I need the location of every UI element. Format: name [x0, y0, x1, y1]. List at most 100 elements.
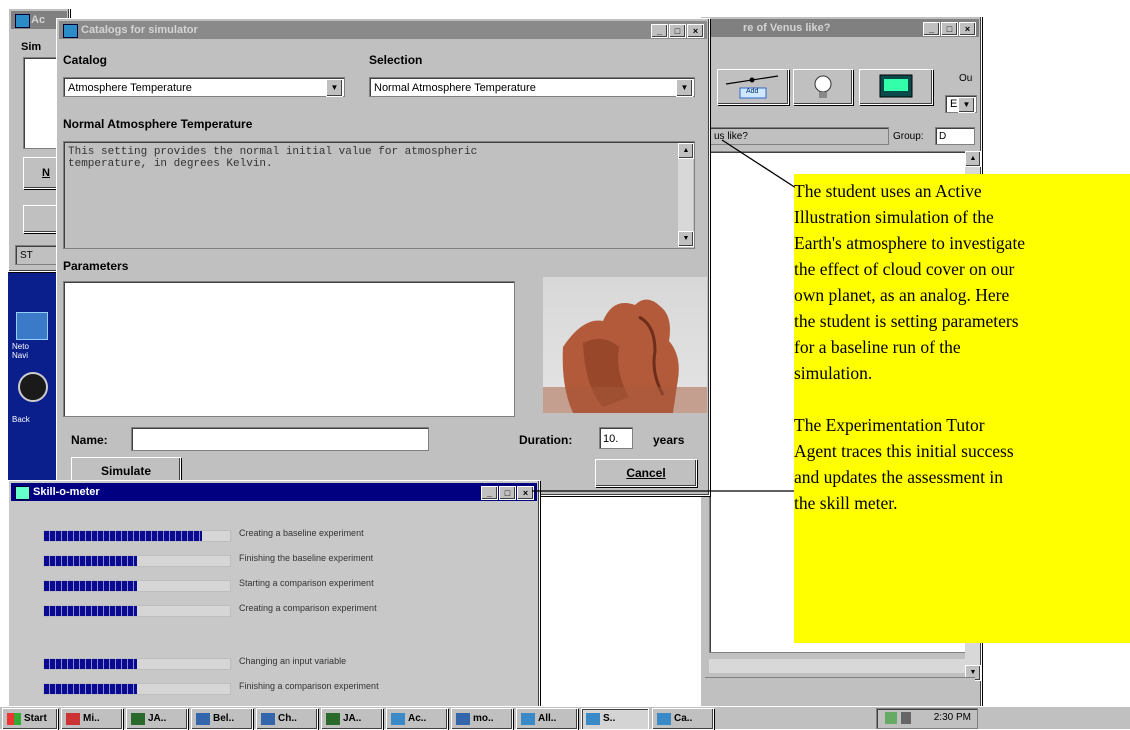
main-window-label: Sim [21, 41, 42, 53]
selection-select[interactable]: Normal Atmosphere Temperature ▼ [369, 77, 695, 97]
taskbar-button[interactable]: Ac.. [386, 708, 448, 730]
skill-progress-fill [44, 556, 137, 566]
skill-label: Creating a comparison experiment [239, 603, 377, 613]
taskbar-buttons: Start Mi.. JA.. Bel.. Ch.. JA.. Ac.. mo.. All..… [2, 708, 714, 730]
taskbar: Start Mi.. JA.. Bel.. Ch.. JA.. Ac.. mo.. All..… [0, 706, 1130, 730]
taskbar-button[interactable]: JA.. [321, 708, 383, 730]
taskbar-button[interactable]: S.. [581, 708, 649, 730]
app-icon [63, 24, 78, 38]
skill-label: Creating a baseline experiment [239, 528, 364, 538]
taskbar-button[interactable]: Ca.. [652, 708, 714, 730]
catalog-dialog-controls: _ □ × [651, 24, 704, 38]
duration-unit: years [653, 433, 685, 447]
close-icon[interactable]: × [517, 486, 534, 500]
chevron-down-icon[interactable]: ▼ [326, 79, 343, 97]
start-button[interactable]: Start [2, 708, 58, 730]
skill-meter-titlebar[interactable]: Skill-o-meter _ □ × [11, 483, 537, 501]
description-scrollbar[interactable]: ▲ ▼ [678, 143, 694, 247]
taskbar-button[interactable]: Ch.. [256, 708, 318, 730]
name-input[interactable] [131, 427, 429, 451]
network-neighborhood-icon[interactable] [16, 312, 48, 340]
tray-icon[interactable] [885, 712, 897, 724]
cancel-button[interactable]: Cancel [595, 459, 697, 487]
venus-add-button[interactable]: Add [717, 69, 789, 105]
volume-icon[interactable] [901, 712, 911, 724]
venus-side-select[interactable]: E ▼ [945, 95, 977, 113]
rock-formation-image [543, 277, 707, 413]
minimize-icon[interactable]: _ [923, 22, 940, 36]
desktop-icon-label-backup: Back [12, 415, 30, 424]
app-icon [586, 713, 600, 725]
taskbar-button[interactable]: Bel.. [191, 708, 253, 730]
maximize-icon[interactable]: □ [669, 24, 686, 38]
parameters-list[interactable] [63, 281, 515, 417]
skill-progress-bar [43, 683, 231, 695]
graph-add-icon [725, 75, 779, 99]
skill-progress-fill [44, 606, 137, 616]
annotation-callout: The student uses an Active Illustration … [794, 174, 1130, 643]
clock[interactable]: 2:30 PM [934, 712, 971, 723]
taskbar-button[interactable]: Mi.. [61, 708, 123, 730]
app-icon [66, 713, 80, 725]
annotation-paragraph-2: The Experimentation Tutor Agent traces t… [794, 415, 1014, 513]
taskbar-button[interactable]: All.. [516, 708, 578, 730]
app-icon [15, 14, 30, 28]
windows-logo-icon [7, 713, 21, 725]
scroll-down-icon[interactable]: ▼ [678, 231, 694, 247]
duration-input[interactable]: 10. [599, 427, 633, 449]
monitor-icon [879, 74, 913, 98]
maximize-icon[interactable]: □ [499, 486, 516, 500]
skill-meter-window: Skill-o-meter _ □ × Creating a baseline … [8, 480, 540, 708]
description-text: This setting provides the normal initial… [68, 146, 478, 170]
desktop-icon-label-network: Neto Navi [12, 342, 29, 360]
lightbulb-icon [814, 75, 832, 98]
venus-hint-button[interactable] [793, 69, 853, 105]
venus-status-strip [705, 677, 975, 704]
venus-monitor-button[interactable] [859, 69, 933, 105]
venus-question-field: us like? [709, 127, 889, 145]
app-icon [657, 713, 671, 725]
description-box[interactable]: This setting provides the normal initial… [63, 141, 695, 249]
description-heading: Normal Atmosphere Temperature [63, 117, 253, 131]
minimize-icon[interactable]: _ [651, 24, 668, 38]
skill-progress-bar [43, 658, 231, 670]
taskbar-button[interactable]: JA.. [126, 708, 188, 730]
app-icon [456, 713, 470, 725]
taskbar-button[interactable]: mo.. [451, 708, 513, 730]
venus-hscrollbar[interactable] [709, 659, 965, 673]
skill-meter-controls: _ □ × [481, 486, 534, 500]
system-tray: 2:30 PM [876, 708, 978, 729]
catalog-dialog-titlebar[interactable]: Catalogs for simulator _ □ × [59, 21, 707, 39]
app-icon [15, 486, 30, 500]
venus-window-titlebar[interactable]: re of Venus like? _ □ × [703, 19, 979, 37]
app-icon [326, 713, 340, 725]
scroll-up-icon[interactable]: ▲ [965, 151, 981, 167]
skill-label: Starting a comparison experiment [239, 578, 374, 588]
app-icon [131, 713, 145, 725]
chevron-down-icon[interactable]: ▼ [676, 79, 693, 97]
venus-window-controls: _ □ × [923, 22, 976, 36]
annotation-paragraph-1: The student uses an Active Illustration … [794, 181, 1026, 383]
app-icon [261, 713, 275, 725]
catalog-label: Catalog [63, 53, 108, 67]
skill-progress-bar [43, 605, 231, 617]
scroll-up-icon[interactable]: ▲ [678, 143, 694, 159]
skill-progress-fill [44, 659, 137, 669]
maximize-icon[interactable]: □ [941, 22, 958, 36]
app-icon [521, 713, 535, 725]
minimize-icon[interactable]: _ [481, 486, 498, 500]
app-icon [196, 713, 210, 725]
skill-progress-bar [43, 555, 231, 567]
name-label: Name: [71, 433, 108, 447]
skill-progress-fill [44, 581, 137, 591]
skill-progress-bar [43, 580, 231, 592]
backup-icon[interactable] [18, 372, 48, 402]
catalog-select[interactable]: Atmosphere Temperature ▼ [63, 77, 345, 97]
duration-label: Duration: [519, 433, 573, 447]
venus-group-label: Group: [893, 131, 924, 142]
close-icon[interactable]: × [959, 22, 976, 36]
skill-label: Changing an input variable [239, 656, 347, 666]
venus-group-field[interactable]: D [935, 127, 975, 145]
venus-side-label: Ou [959, 73, 973, 84]
close-icon[interactable]: × [687, 24, 704, 38]
